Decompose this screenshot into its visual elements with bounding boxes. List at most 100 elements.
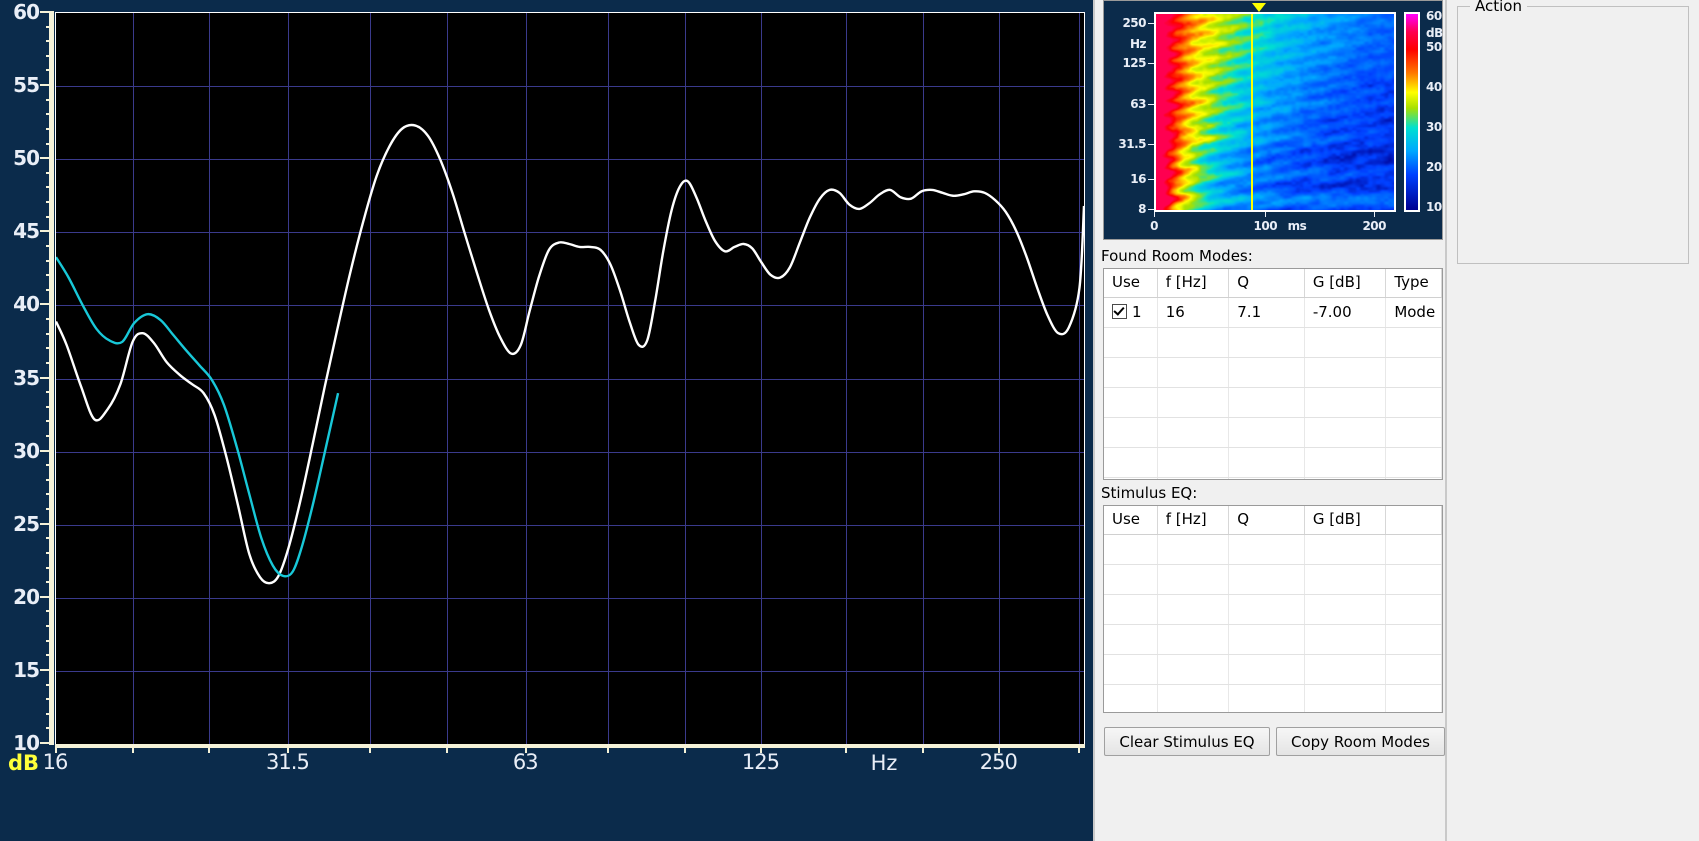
table-row-empty[interactable] xyxy=(1104,478,1442,479)
table-row-empty[interactable] xyxy=(1104,448,1442,478)
color-scale-tick-label: 10 xyxy=(1426,200,1442,214)
color-scale-tick-label: 60 xyxy=(1426,9,1442,23)
table-cell-empty xyxy=(1386,685,1442,712)
table-cell-empty xyxy=(1386,565,1442,594)
table-cell-empty xyxy=(1229,625,1305,654)
table-row-empty[interactable] xyxy=(1104,655,1442,685)
table-cell-empty xyxy=(1158,595,1230,624)
clear-stimulus-eq-button[interactable]: Clear Stimulus EQ xyxy=(1104,727,1270,756)
table-cell-empty xyxy=(1158,358,1230,387)
x-axis-unit-label: Hz xyxy=(870,751,898,775)
table-cell-empty xyxy=(1158,565,1230,594)
stimulus-eq-column-header xyxy=(1386,506,1442,534)
table-cell-empty xyxy=(1158,328,1230,357)
x-axis-tick-label: 16 xyxy=(42,750,69,774)
waterfall-y-tick xyxy=(1148,23,1154,24)
table-cell-empty xyxy=(1305,328,1387,357)
color-scale-tick-label: 40 xyxy=(1426,80,1442,94)
stimulus-eq-column-header: f [Hz] xyxy=(1158,506,1230,534)
copy-room-modes-button[interactable]: Copy Room Modes xyxy=(1276,727,1445,756)
waterfall-y-tick-label: 63 xyxy=(1130,97,1146,111)
waterfall-y-tick xyxy=(1148,63,1154,64)
stimulus-eq-body[interactable] xyxy=(1104,535,1442,712)
table-cell-empty xyxy=(1229,388,1305,417)
table-cell-empty xyxy=(1229,478,1305,479)
y-axis-tick-label: 20 xyxy=(13,584,40,609)
waterfall-x-tick xyxy=(1374,212,1376,217)
waterfall-x-unit: ms xyxy=(1287,219,1307,233)
found-modes-table[interactable]: Use f [Hz] Q G [dB] Type 1 16 7.1 -7.00 Mode xyxy=(1103,268,1443,480)
table-cell-empty xyxy=(1104,358,1158,387)
table-cell-empty xyxy=(1104,328,1158,357)
table-cell-empty xyxy=(1305,448,1387,477)
table-cell-empty xyxy=(1386,535,1442,564)
x-axis-tick-label: 63 xyxy=(512,750,539,774)
color-scale-tick-label: 20 xyxy=(1426,160,1442,174)
waterfall-y-tick xyxy=(1148,209,1154,210)
waterfall-y-tick xyxy=(1148,104,1154,105)
table-cell-empty xyxy=(1386,418,1442,447)
table-cell-empty xyxy=(1104,448,1158,477)
found-modes-title: Found Room Modes: xyxy=(1101,247,1253,265)
table-cell: -7.00 xyxy=(1305,298,1387,327)
table-cell-empty xyxy=(1305,358,1387,387)
color-scale-unit: dB xyxy=(1426,26,1443,40)
x-axis-rail xyxy=(55,744,1085,753)
stimulus-eq-column-header: Use xyxy=(1104,506,1158,534)
table-row-empty[interactable] xyxy=(1104,358,1442,388)
application-window: 60 55 50 45 40 35 30 25 20 15 10 16 31.5 63 125 250 dB… xyxy=(0,0,1699,841)
table-cell-empty xyxy=(1158,478,1230,479)
waterfall-x-tick xyxy=(1265,212,1267,217)
table-cell-empty xyxy=(1229,448,1305,477)
table-cell-empty xyxy=(1104,565,1158,594)
table-row[interactable]: 1 16 7.1 -7.00 Mode xyxy=(1104,298,1442,328)
waterfall-y-tick-label: 8 xyxy=(1138,202,1146,216)
table-row-empty[interactable] xyxy=(1104,388,1442,418)
row-use-checkbox[interactable] xyxy=(1112,304,1127,319)
table-row-empty[interactable] xyxy=(1104,595,1442,625)
found-modes-header: Use f [Hz] Q G [dB] Type xyxy=(1104,269,1442,298)
waterfall-y-tick xyxy=(1148,144,1154,145)
y-axis-tick-label: 55 xyxy=(13,73,40,98)
table-row-empty[interactable] xyxy=(1104,328,1442,358)
x-axis-tick-label: 31.5 xyxy=(266,750,310,774)
action-panel: Action Measure H G L Output Level Result… xyxy=(1445,0,1699,841)
found-modes-body[interactable]: 1 16 7.1 -7.00 Mode xyxy=(1104,298,1442,479)
table-cell-empty xyxy=(1158,388,1230,417)
table-cell-empty xyxy=(1158,535,1230,564)
color-scale-tick-label: 30 xyxy=(1426,120,1442,134)
y-axis-tick-label: 30 xyxy=(13,438,40,463)
series-line-measured xyxy=(56,123,1084,585)
table-cell-empty xyxy=(1104,418,1158,447)
waterfall-x-tick-label: 200 xyxy=(1362,219,1386,233)
table-row-empty[interactable] xyxy=(1104,625,1442,655)
table-cell-empty xyxy=(1305,685,1387,712)
stimulus-eq-table[interactable]: Use f [Hz] Q G [dB] xyxy=(1103,505,1443,713)
color-scale-bar xyxy=(1404,12,1420,212)
table-cell-empty xyxy=(1158,448,1230,477)
time-cursor-line[interactable] xyxy=(1251,14,1254,210)
action-fieldset: Action xyxy=(1457,0,1689,264)
stimulus-eq-title: Stimulus EQ: xyxy=(1101,484,1198,502)
table-row-empty[interactable] xyxy=(1104,565,1442,595)
table-cell-empty xyxy=(1104,595,1158,624)
found-modes-column-header: Q xyxy=(1229,269,1305,297)
waterfall-y-tick-label: 31.5 xyxy=(1118,137,1146,151)
table-row-empty[interactable] xyxy=(1104,685,1442,712)
response-curves xyxy=(56,123,1084,585)
found-modes-column-header: G [dB] xyxy=(1305,269,1387,297)
color-scale-tick-label: 50 xyxy=(1426,40,1442,54)
table-cell-empty xyxy=(1386,388,1442,417)
frequency-response-panel: 60 55 50 45 40 35 30 25 20 15 10 16 31.5 63 125 250 dB… xyxy=(0,0,1093,841)
table-cell-empty xyxy=(1229,655,1305,684)
row-index-label: 1 xyxy=(1132,303,1142,321)
time-cursor-handle[interactable] xyxy=(1252,3,1266,12)
frequency-response-plot[interactable] xyxy=(55,12,1085,745)
y-axis-tick-label: 15 xyxy=(13,657,40,682)
y-axis-labels: 60 55 50 45 40 35 30 25 20 15 10 xyxy=(0,0,55,757)
waterfall-spectrogram[interactable] xyxy=(1154,12,1396,212)
table-cell-empty xyxy=(1104,388,1158,417)
table-cell-empty xyxy=(1386,358,1442,387)
table-row-empty[interactable] xyxy=(1104,535,1442,565)
table-row-empty[interactable] xyxy=(1104,418,1442,448)
